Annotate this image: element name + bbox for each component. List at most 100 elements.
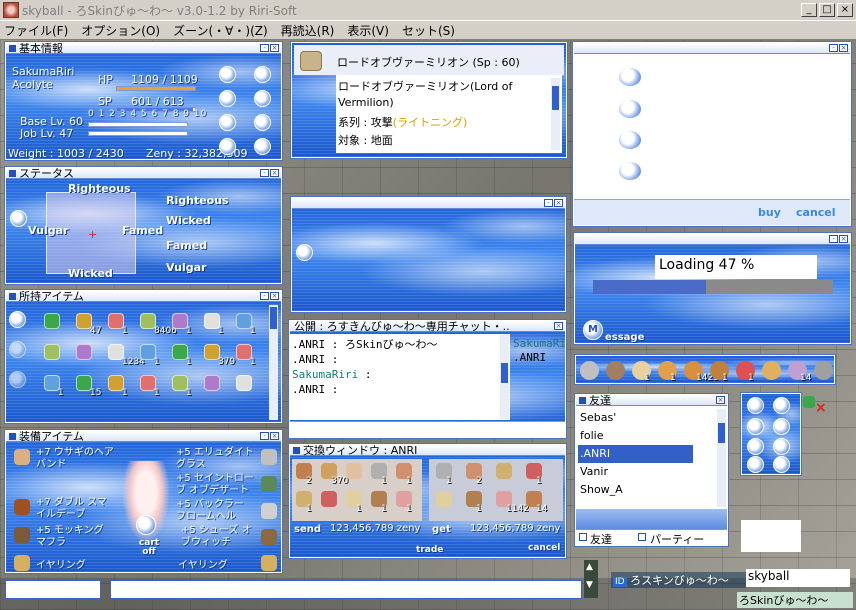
earring-icon[interactable] bbox=[261, 555, 277, 571]
menu-view[interactable]: 表示(V) bbox=[347, 22, 389, 39]
trade-send-item-icon[interactable] bbox=[346, 463, 362, 479]
equip-armor[interactable]: +5 セイントローブ オブデザート bbox=[176, 473, 256, 497]
inventory-item-icon[interactable] bbox=[44, 344, 60, 360]
loading-header[interactable]: - × bbox=[575, 234, 850, 245]
chat-member[interactable]: SakumaRiri bbox=[513, 337, 565, 351]
friend-list-item[interactable]: Sebas' bbox=[578, 409, 693, 427]
glasses-icon[interactable] bbox=[261, 449, 277, 465]
minimize-button[interactable]: _ bbox=[801, 3, 817, 17]
send-zeny[interactable]: 123,456,789 zeny bbox=[330, 523, 420, 534]
status-toggle-button[interactable] bbox=[10, 210, 27, 227]
tab-party[interactable]: パーティー bbox=[650, 531, 704, 545]
equip-button[interactable] bbox=[254, 66, 271, 83]
shop-slot-icon[interactable] bbox=[618, 161, 642, 181]
maximize-button[interactable]: □ bbox=[819, 3, 835, 17]
scroll-thumb[interactable] bbox=[552, 86, 559, 110]
menu-option[interactable]: オプション(O) bbox=[81, 22, 160, 39]
option-button[interactable] bbox=[219, 138, 236, 155]
emotion-button[interactable] bbox=[773, 397, 790, 414]
minimize-icon[interactable]: - bbox=[260, 169, 269, 177]
shoes-icon[interactable] bbox=[261, 529, 277, 545]
basic-info-header[interactable]: 基本情報 - × bbox=[6, 43, 281, 54]
item-tab-use[interactable] bbox=[9, 311, 26, 328]
minimize-icon[interactable]: - bbox=[829, 44, 838, 52]
emotion-button[interactable] bbox=[773, 438, 790, 455]
inventory-item-icon[interactable] bbox=[204, 375, 220, 391]
status-header[interactable]: ステータス - × bbox=[6, 168, 281, 179]
minimize-icon[interactable]: - bbox=[829, 235, 838, 243]
buy-button[interactable]: buy bbox=[758, 206, 781, 219]
minimize-icon[interactable]: - bbox=[260, 432, 269, 440]
shop-slot-icon[interactable] bbox=[618, 99, 642, 119]
close-icon[interactable]: × bbox=[270, 169, 279, 177]
earring-icon[interactable] bbox=[14, 555, 30, 571]
chat-input[interactable] bbox=[290, 421, 565, 437]
minimize-icon[interactable]: - bbox=[260, 292, 269, 300]
armor-icon[interactable] bbox=[261, 476, 277, 492]
quest-button[interactable] bbox=[254, 138, 271, 155]
minimap-toggle-button[interactable] bbox=[296, 244, 313, 261]
chat-member[interactable]: .ANRI bbox=[513, 351, 565, 365]
emotion-button[interactable] bbox=[747, 456, 764, 473]
skill-button[interactable] bbox=[254, 90, 271, 107]
close-icon[interactable]: × bbox=[270, 44, 279, 52]
status-button[interactable] bbox=[219, 66, 236, 83]
scroll-arrows[interactable]: ▲ ▼ bbox=[584, 560, 598, 598]
garment-icon[interactable] bbox=[14, 527, 30, 543]
tab-friend[interactable]: 友達 bbox=[590, 531, 612, 545]
chat-target-input[interactable] bbox=[5, 580, 101, 599]
trade-send-item-icon[interactable] bbox=[321, 491, 337, 507]
skill-scrollbar[interactable] bbox=[551, 78, 560, 150]
minimize-icon[interactable]: - bbox=[260, 44, 269, 52]
close-icon[interactable]: × bbox=[839, 235, 848, 243]
scroll-thumb[interactable] bbox=[270, 307, 277, 329]
close-button[interactable]: × bbox=[837, 3, 853, 17]
trade-button[interactable]: trade bbox=[416, 545, 443, 555]
equip-accessory-left[interactable]: イヤリング bbox=[36, 556, 86, 571]
friend-list-item[interactable]: Show_A bbox=[578, 481, 693, 499]
emotion-button[interactable] bbox=[747, 438, 764, 455]
hotbar-slot-icon[interactable] bbox=[580, 361, 599, 380]
close-icon[interactable]: × bbox=[716, 396, 725, 404]
scroll-thumb[interactable] bbox=[718, 423, 725, 443]
equip-shoes[interactable]: +5 シューズ オブウィッチ bbox=[181, 525, 259, 549]
arrow-down-icon[interactable]: ▼ bbox=[586, 580, 593, 590]
accessory-icon[interactable] bbox=[14, 499, 30, 515]
item-tab-etc[interactable] bbox=[9, 371, 26, 388]
headgear-icon[interactable] bbox=[14, 449, 30, 465]
friend-list-item[interactable]: .ANRI bbox=[578, 445, 693, 463]
item-tab-equip[interactable] bbox=[9, 341, 26, 358]
cart-off-button[interactable]: cart off bbox=[134, 539, 164, 557]
equip-shield[interactable]: +5 バックラー フロームヘル bbox=[176, 499, 256, 523]
message-icon[interactable]: M bbox=[583, 320, 603, 340]
inventory-scrollbar[interactable] bbox=[269, 305, 278, 420]
friend-list-item[interactable]: folie bbox=[578, 427, 693, 445]
chat-header[interactable]: 公開 : ろすきんびゅ〜わ〜専用チャット・.. × bbox=[290, 321, 565, 332]
emotion-button[interactable] bbox=[747, 418, 764, 435]
friend-list-item[interactable]: Vanir bbox=[578, 463, 693, 481]
hotbar-slot-icon[interactable] bbox=[762, 361, 781, 380]
inventory-header[interactable]: 所持アイテム - × bbox=[6, 291, 281, 302]
close-icon[interactable]: × bbox=[554, 322, 563, 330]
equipment-header[interactable]: 装備アイテム - × bbox=[6, 431, 281, 442]
trade-cancel-button[interactable]: cancel bbox=[528, 543, 560, 553]
close-icon[interactable]: × bbox=[270, 432, 279, 440]
menu-set[interactable]: セット(S) bbox=[402, 22, 455, 39]
close-icon[interactable]: × bbox=[270, 292, 279, 300]
shop-header[interactable]: - × bbox=[574, 43, 850, 54]
minimize-icon[interactable]: - bbox=[544, 199, 553, 207]
shop-cancel-button[interactable]: cancel bbox=[796, 206, 836, 219]
equip-head-top[interactable]: +7 ウサギのヘアバンド bbox=[36, 447, 116, 471]
inventory-item-icon[interactable] bbox=[44, 313, 60, 329]
equip-head-glasses[interactable]: +5 エリュダイトグラス bbox=[176, 447, 256, 471]
hotbar-slot-icon[interactable] bbox=[606, 361, 625, 380]
menu-file[interactable]: ファイル(F) bbox=[4, 22, 68, 39]
close-icon[interactable]: × bbox=[554, 199, 563, 207]
scroll-thumb[interactable] bbox=[501, 363, 508, 383]
arrow-up-icon[interactable]: ▲ bbox=[586, 562, 593, 572]
app-icon[interactable] bbox=[3, 2, 19, 18]
map-button[interactable] bbox=[219, 114, 236, 131]
shop-slot-icon[interactable] bbox=[618, 67, 642, 87]
menu-zoom[interactable]: ズーン(・∀・)(Z) bbox=[173, 22, 268, 39]
chat-message-input[interactable] bbox=[110, 580, 582, 599]
